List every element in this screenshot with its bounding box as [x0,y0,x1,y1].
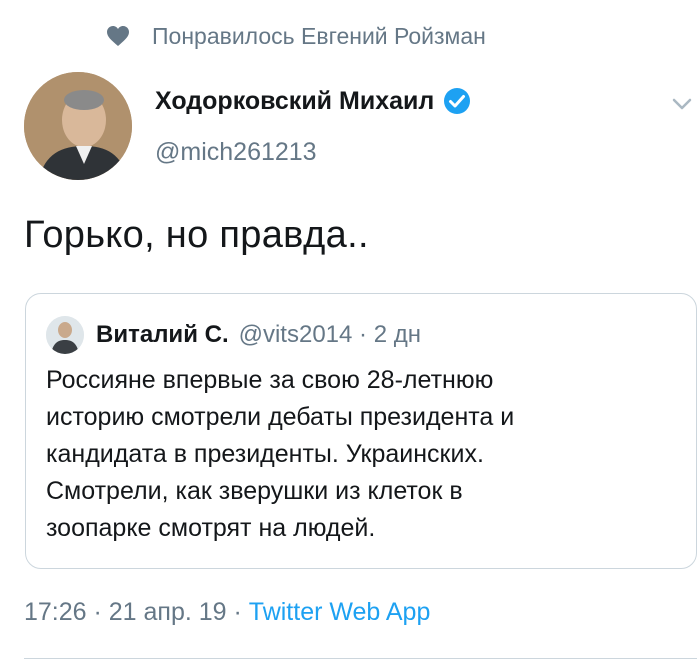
social-context: Понравилось Евгений Ройзман [106,22,486,50]
quoted-line: кандидата в президенты. Украинских. [46,440,484,468]
avatar-portrait [24,72,132,180]
quoted-line: зоопарке смотрят на людей. [46,514,376,542]
heart-icon [107,26,129,46]
author-handle[interactable]: @mich261213 [155,138,317,167]
chevron-down-icon[interactable] [670,92,694,116]
tweet-footer: 17:26 · 21 апр. 19 · Twitter Web App [24,598,430,627]
tweet-source-link[interactable]: Twitter Web App [249,598,431,627]
author-name-line[interactable]: Ходорковский Михаил [155,86,472,116]
social-context-text[interactable]: Понравилось Евгений Ройзман [152,23,486,50]
quoted-tweet-card[interactable]: Виталий С. @vits2014 · 2 дн Россияне впе… [25,293,697,569]
verified-badge-icon [444,88,471,114]
quoted-tweet-header: Виталий С. @vits2014 · 2 дн [46,316,421,354]
quoted-line: Смотрели, как зверушки из клеток в [46,477,463,505]
divider [24,658,697,659]
quoted-line: Россияне впервые за свою 28-летнюю [46,366,494,394]
quoted-avatar-portrait [46,316,84,354]
quoted-avatar[interactable] [46,316,84,354]
quoted-line: историю смотрели дебаты президента и [46,403,515,431]
tweet-timestamp[interactable]: 17:26 · 21 апр. 19 · [24,598,249,627]
author-name[interactable]: Ходорковский Михаил [155,87,434,116]
avatar[interactable] [24,72,132,180]
tweet-text: Горько, но правда.. [24,214,369,256]
quoted-tweet-text: Россияне впервые за свою 28-летнюю истор… [46,362,676,547]
quoted-author-meta: @vits2014 · 2 дн [238,321,421,348]
quoted-author-name[interactable]: Виталий С. [96,321,229,349]
